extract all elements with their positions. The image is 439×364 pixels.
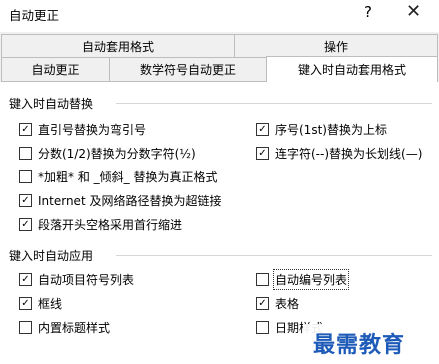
checkbox-box[interactable]: ✓ [19, 123, 32, 136]
tab-strip: 自动套用格式 操作 自动更正 数学符号自动更正 键入时自动套用格式 [0, 32, 439, 82]
checkbox-box[interactable]: ✓ [19, 218, 32, 231]
check-icon: ✓ [21, 218, 30, 230]
checkbox-label: *加粗* 和 _倾斜_ 替换为真正格式 [38, 170, 218, 184]
checkbox-box[interactable]: ✓ [19, 194, 32, 207]
tab-math-autocorrect[interactable]: 数学符号自动更正 [109, 57, 267, 82]
checkbox-label: 直引号替换为弯引号 [38, 123, 147, 137]
checkbox-box[interactable] [19, 321, 32, 334]
tab-autoformat-as-you-type[interactable]: 键入时自动套用格式 [266, 56, 438, 82]
section-divider [116, 255, 432, 256]
check-icon: ✓ [258, 297, 267, 309]
section-divider [116, 103, 432, 104]
check-icon: ✓ [21, 273, 30, 285]
checkbox-heading-styles[interactable]: 内置标题样式 [19, 319, 110, 336]
checkbox-box[interactable]: ✓ [256, 123, 269, 136]
checkbox-fractions[interactable]: 分数(1/2)替换为分数字符(½) [19, 145, 196, 162]
checkbox-ordinals-superscript[interactable]: ✓ 序号(1st)替换为上标 [256, 121, 387, 138]
checkbox-box[interactable] [256, 321, 269, 334]
checkbox-auto-numbering[interactable]: 自动编号列表 [256, 269, 350, 290]
checkbox-box[interactable]: ✓ [19, 273, 32, 286]
checkbox-box[interactable]: ✓ [256, 297, 269, 310]
checkbox-first-line-indent[interactable]: ✓ 段落开头空格采用首行缩进 [19, 216, 182, 233]
checkbox-box[interactable] [19, 170, 32, 183]
checkbox-label: 表格 [275, 297, 300, 311]
dialog-title: 自动更正 [9, 8, 60, 23]
tab-actions[interactable]: 操作 [234, 34, 438, 58]
checkbox-box[interactable]: ✓ [19, 297, 32, 310]
check-icon: ✓ [21, 194, 30, 206]
checkbox-box[interactable]: ✓ [256, 147, 269, 160]
title-bar: 自动更正 ? ✕ [0, 0, 439, 30]
checkbox-label: 框线 [38, 297, 63, 311]
section-title-replace: 键入时自动替换 [9, 97, 94, 111]
checkbox-label: 内置标题样式 [38, 321, 111, 335]
watermark-text: 最需教育 [313, 333, 406, 358]
checkbox-label: 段落开头空格采用首行缩进 [38, 218, 183, 232]
tab-autoformat[interactable]: 自动套用格式 [1, 34, 235, 58]
section-title-apply: 键入时自动应用 [9, 249, 94, 263]
checkbox-label: 连字符(--)替换为长划线(—) [275, 147, 423, 161]
checkbox-box[interactable] [256, 273, 269, 286]
checkbox-auto-bullets[interactable]: ✓ 自动项目符号列表 [19, 271, 134, 288]
checkbox-borders[interactable]: ✓ 框线 [19, 295, 62, 312]
check-icon: ✓ [258, 123, 267, 135]
checkbox-hyperlinks[interactable]: ✓ Internet 及网络路径替换为超链接 [19, 192, 221, 209]
checkbox-label: 自动项目符号列表 [38, 273, 135, 287]
tab-autocorrect[interactable]: 自动更正 [1, 57, 110, 82]
help-button[interactable]: ? [364, 3, 372, 21]
close-button[interactable]: ✕ [406, 1, 421, 22]
checkbox-hyphens-dash[interactable]: ✓ 连字符(--)替换为长划线(—) [256, 145, 422, 162]
checkbox-tables[interactable]: ✓ 表格 [256, 295, 299, 312]
check-icon: ✓ [21, 123, 30, 135]
check-icon: ✓ [21, 297, 30, 309]
checkbox-bold-italic[interactable]: *加粗* 和 _倾斜_ 替换为真正格式 [19, 168, 217, 185]
checkbox-label: 分数(1/2)替换为分数字符(½) [38, 147, 196, 161]
watermark-logo: 最需教育 [303, 324, 439, 362]
checkbox-label: 自动编号列表 [272, 269, 350, 290]
checkbox-box[interactable] [19, 147, 32, 160]
check-icon: ✓ [258, 147, 267, 159]
checkbox-smart-quotes[interactable]: ✓ 直引号替换为弯引号 [19, 121, 146, 138]
checkbox-label: Internet 及网络路径替换为超链接 [38, 194, 222, 208]
checkbox-label: 序号(1st)替换为上标 [275, 123, 387, 137]
